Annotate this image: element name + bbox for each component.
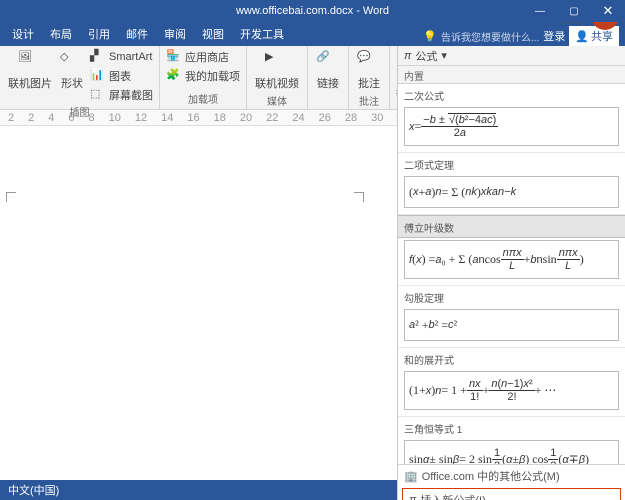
more-equations-link[interactable]: 🏢Office.com 中的其他公式(M): [398, 465, 625, 487]
screenshot-button[interactable]: ⬚屏幕截图: [90, 86, 153, 104]
equation-list[interactable]: 二次公式 x = −b ± √(b²−4ac)2a 二项式定理 (x+a)n =…: [398, 84, 625, 464]
close-button[interactable]: ✕: [591, 0, 625, 22]
window-title: www.officebai.com.docx - Word: [236, 5, 389, 17]
tab-developer[interactable]: 开发工具: [232, 22, 292, 46]
equation-item-sumexpand[interactable]: 和的展开式 (1+x)n = 1 + nx1! + n(n−1)x²2! + ⋯: [398, 348, 625, 417]
equation-item-pythagoras[interactable]: 勾股定理 a² + b² = c²: [398, 286, 625, 348]
links-button[interactable]: 🔗链接: [314, 48, 342, 93]
myaddins-button[interactable]: 🧩我的加载项: [166, 67, 240, 85]
chart-icon: 📊: [90, 68, 106, 84]
lightbulb-icon: 💡: [423, 30, 437, 43]
equation-preview: sinα ± sinβ = 2 sin12(α±β) cos12(α∓β): [404, 440, 619, 464]
shapes-button[interactable]: ◇形状: [58, 48, 86, 93]
smartart-button[interactable]: ▞SmartArt: [90, 48, 153, 66]
tab-mailings[interactable]: 邮件: [118, 22, 156, 46]
equation-preview: f(x) = a₀ + Σ (ancosnπxL + bnsinnπxL): [404, 240, 619, 279]
page[interactable]: [0, 186, 370, 446]
store-button[interactable]: 🏪应用商店: [166, 48, 240, 66]
equation-preview: x = −b ± √(b²−4ac)2a: [404, 107, 619, 146]
group-addins-label: 加载项: [166, 91, 240, 107]
language-indicator[interactable]: 中文(中国): [8, 482, 59, 498]
titlebar: www.officebai.com.docx - Word — ▢ ✕: [0, 0, 625, 22]
tab-design[interactable]: 设计: [4, 22, 42, 46]
equation-item-fourier[interactable]: 傅立叶级数 f(x) = a₀ + Σ (ancosnπxL + bnsinnπ…: [398, 215, 625, 286]
comment-button[interactable]: 💬批注: [355, 48, 383, 93]
person-icon: 👤: [575, 30, 589, 43]
online-pictures-button[interactable]: 🖼联机图片: [6, 48, 54, 93]
equation-preview: (1+x)n = 1 + nx1! + n(n−1)x²2! + ⋯: [404, 371, 619, 410]
equation-header[interactable]: π 公式 ▾: [398, 46, 625, 66]
login-link[interactable]: 登录: [543, 28, 565, 44]
office-icon: 🏢: [404, 470, 418, 483]
pi-icon: π: [409, 494, 416, 500]
group-media-label: 媒体: [253, 93, 301, 109]
tab-references[interactable]: 引用: [80, 22, 118, 46]
equation-item-binomial[interactable]: 二项式定理 (x+a)n = Σ (nk) xkan−k: [398, 153, 625, 215]
link-icon: 🔗: [316, 50, 340, 74]
picture-icon: 🖼: [18, 50, 42, 74]
store-icon: 🏪: [166, 49, 182, 65]
ribbon-tabs: 设计 布局 引用 邮件 审阅 视图 开发工具 💡 告诉我您想要做什么... 登录…: [0, 22, 625, 46]
dropdown-icon: ▾: [441, 49, 447, 62]
comment-icon: 💬: [357, 50, 381, 74]
tab-review[interactable]: 审阅: [156, 22, 194, 46]
tellme-input[interactable]: 告诉我您想要做什么...: [441, 29, 539, 44]
equation-item-trig1[interactable]: 三角恒等式 1 sinα ± sinβ = 2 sin12(α±β) cos12…: [398, 417, 625, 464]
equation-item-quadratic[interactable]: 二次公式 x = −b ± √(b²−4ac)2a: [398, 84, 625, 153]
addins-icon: 🧩: [166, 68, 182, 84]
statusbar: 中文(中国): [0, 480, 397, 500]
group-comments-label: 批注: [355, 93, 383, 109]
shapes-icon: ◇: [60, 50, 84, 74]
insert-new-equation-button[interactable]: π插入新公式(I): [402, 488, 621, 500]
equation-preview: (x+a)n = Σ (nk) xkan−k: [404, 176, 619, 208]
minimize-button[interactable]: —: [523, 0, 557, 22]
page-corner-tr: [354, 192, 364, 202]
smartart-icon: ▞: [90, 49, 106, 65]
tab-layout[interactable]: 布局: [42, 22, 80, 46]
equation-preview: a² + b² = c²: [404, 309, 619, 341]
tab-view[interactable]: 视图: [194, 22, 232, 46]
maximize-button[interactable]: ▢: [557, 0, 591, 22]
equation-panel: π 公式 ▾ 内置 二次公式 x = −b ± √(b²−4ac)2a 二项式定…: [397, 46, 625, 500]
screenshot-icon: ⬚: [90, 87, 106, 103]
video-icon: ▶: [265, 50, 289, 74]
pi-icon: π: [404, 50, 411, 62]
page-corner-tl: [6, 192, 16, 202]
equation-builtin-label: 内置: [398, 66, 625, 84]
chart-button[interactable]: 📊图表: [90, 67, 153, 85]
online-video-button[interactable]: ▶联机视频: [253, 48, 301, 93]
